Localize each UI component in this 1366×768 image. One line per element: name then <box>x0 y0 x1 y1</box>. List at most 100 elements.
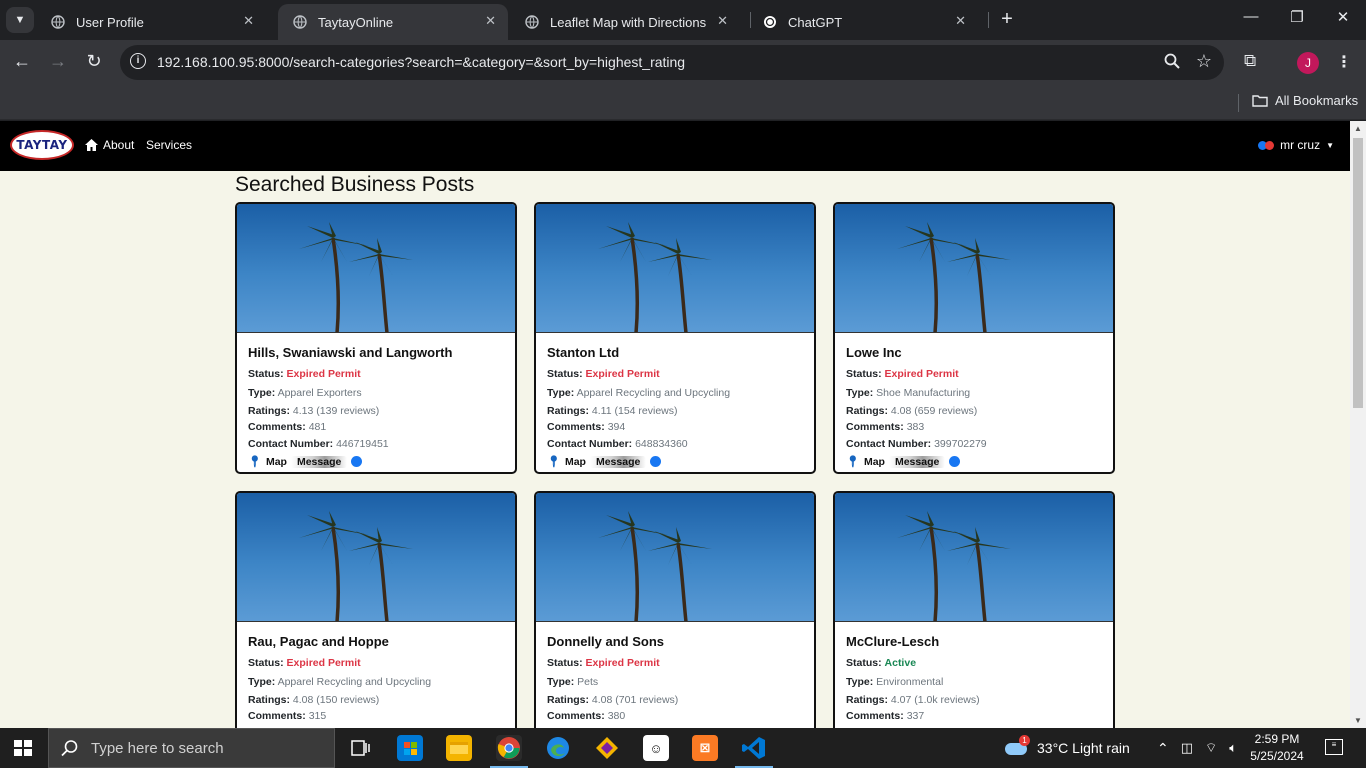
close-tab-icon[interactable]: ✕ <box>955 13 966 29</box>
business-photo <box>835 204 1113 333</box>
new-tab-button[interactable]: + <box>996 8 1018 31</box>
comments-count: 481 <box>308 421 327 433</box>
message-button[interactable]: Message <box>888 455 946 468</box>
message-button[interactable]: Message <box>589 455 647 468</box>
business-post-card[interactable]: Hills, Swaniawski and Langworth Status: E… <box>235 202 517 474</box>
tab-chatgpt[interactable]: ChatGPT ✕ <box>748 4 978 40</box>
card-actions: 📍︎ Map Message <box>547 455 803 468</box>
volume-icon[interactable]: 🔈︎ <box>1229 740 1237 756</box>
business-name[interactable]: Rau, Pagac and Hoppe <box>248 634 504 654</box>
ratings-value: 4.11 (154 reviews) <box>591 405 678 417</box>
arrow-right-icon: → <box>49 51 67 71</box>
taskbar-search-box[interactable]: Type here to search <box>48 728 335 768</box>
business-post-card[interactable]: Rau, Pagac and Hoppe Status: Expired Perm… <box>235 491 517 728</box>
chevron-up-icon[interactable]: ⌃ <box>1157 740 1169 757</box>
minimize-button[interactable]: — <box>1236 8 1266 25</box>
taskbar-search-placeholder: Type here to search <box>91 739 224 757</box>
extensions-icon[interactable]: ⧉ <box>1244 51 1256 71</box>
browser-toolbar: ← → ↻ i 192.168.100.95:8000/search-categ… <box>0 40 1366 86</box>
restore-button[interactable]: ❐ <box>1282 8 1312 26</box>
notification-center-icon[interactable]: ≡ <box>1325 739 1343 755</box>
system-tray: ⌃ ◫ ⌔ 🔈︎ <box>1157 728 1237 768</box>
user-menu-dropdown[interactable]: mr cruz ▼ <box>1258 138 1334 152</box>
microsoft-store-icon[interactable] <box>397 735 423 761</box>
xampp-icon[interactable]: ⊠ <box>692 735 718 761</box>
taskbar-clock[interactable]: 2:59 PM 5/25/2024 <box>1249 731 1305 765</box>
scrollbar-thumb[interactable] <box>1353 138 1363 408</box>
site-logo[interactable]: TAYTAY <box>10 130 74 160</box>
business-photo <box>237 204 515 333</box>
all-bookmarks-label: All Bookmarks <box>1275 93 1359 108</box>
git-client-icon[interactable] <box>594 735 620 761</box>
restore-icon: ❐ <box>1290 9 1304 26</box>
clock-date: 5/25/2024 <box>1250 749 1304 763</box>
contact-number: 399702279 <box>934 438 987 450</box>
reload-button[interactable]: ↻ <box>82 51 106 72</box>
url-text[interactable]: 192.168.100.95:8000/search-categories?se… <box>157 54 685 70</box>
comments-count: 380 <box>607 710 626 722</box>
forward-button[interactable]: → <box>46 51 70 72</box>
nav-services-link[interactable]: Services <box>146 138 192 152</box>
bookmark-star-icon[interactable]: ☆ <box>1196 51 1212 72</box>
nav-about-link[interactable]: About <box>85 138 134 152</box>
weather-widget[interactable]: 1 33°C Light rain <box>1005 728 1130 768</box>
comments-row: Comments: 337 <box>846 710 925 722</box>
wifi-icon[interactable]: ⌔ <box>1205 740 1217 756</box>
close-tab-icon[interactable]: ✕ <box>717 13 728 29</box>
business-name[interactable]: Lowe Inc <box>846 345 1102 365</box>
business-post-card[interactable]: Donnelly and Sons Status: Expired Permit T… <box>534 491 816 728</box>
messenger-icon <box>949 456 961 467</box>
globe-icon <box>524 14 540 30</box>
page-scrollbar[interactable]: ▲ ▼ <box>1350 121 1366 728</box>
site-info-icon[interactable]: i <box>130 53 146 69</box>
close-tab-icon[interactable]: ✕ <box>243 13 254 29</box>
comments-row: Comments: 315 <box>248 710 327 722</box>
business-post-card[interactable]: Lowe Inc Status: Expired Permit Type: Shoe… <box>833 202 1115 474</box>
ratings-value: 4.08 (659 reviews) <box>890 405 978 417</box>
cloud-rain-icon: 1 <box>1005 735 1030 757</box>
map-link[interactable]: Map <box>864 456 885 468</box>
chrome-icon[interactable] <box>490 735 528 768</box>
scroll-down-icon[interactable]: ▼ <box>1354 716 1362 725</box>
close-tab-icon[interactable]: ✕ <box>485 13 496 29</box>
business-name[interactable]: McClure-Lesch <box>846 634 1102 654</box>
ratings-row: Ratings: 4.11 (154 reviews) <box>547 405 678 417</box>
all-bookmarks-button[interactable]: All Bookmarks <box>1252 93 1358 108</box>
business-post-card[interactable]: Stanton Ltd Status: Expired Permit Type: A… <box>534 202 816 474</box>
tab-taytayonline[interactable]: TaytayOnline ✕ <box>278 4 508 40</box>
address-bar[interactable]: i 192.168.100.95:8000/search-categories?… <box>120 45 1224 80</box>
contact-app-icon[interactable]: ☺ <box>643 735 669 761</box>
caret-down-icon: ▼ <box>1326 140 1334 150</box>
tab-search-button[interactable]: ▼ <box>6 7 34 33</box>
scroll-up-icon[interactable]: ▲ <box>1354 124 1362 133</box>
map-link[interactable]: Map <box>266 456 287 468</box>
map-pin-icon: 📍︎ <box>547 456 561 468</box>
profile-avatar[interactable]: J <box>1297 52 1319 74</box>
tab-separator <box>988 12 989 28</box>
message-button[interactable]: Message <box>290 455 348 468</box>
tab-user-profile[interactable]: User Profile ✕ <box>36 4 266 40</box>
tab-title: User Profile <box>76 14 144 30</box>
map-link[interactable]: Map <box>565 456 586 468</box>
vscode-icon[interactable] <box>735 735 773 768</box>
comments-row: Comments: 481 <box>248 421 327 433</box>
task-view-icon[interactable] <box>348 735 374 761</box>
business-name[interactable]: Stanton Ltd <box>547 345 803 365</box>
status-badge: Expired Permit <box>585 368 660 380</box>
business-name[interactable]: Hills, Swaniawski and Langworth <box>248 345 504 365</box>
bookmarks-separator <box>1238 94 1239 112</box>
back-button[interactable]: ← <box>10 51 34 72</box>
zoom-icon[interactable] <box>1164 53 1180 73</box>
start-button[interactable] <box>14 740 32 756</box>
edge-icon[interactable] <box>545 735 571 761</box>
business-post-card[interactable]: McClure-Lesch Status: Active Type: Environ… <box>833 491 1115 728</box>
map-pin-icon: 📍︎ <box>248 456 262 468</box>
business-name[interactable]: Donnelly and Sons <box>547 634 803 654</box>
ratings-value: 4.13 (139 reviews) <box>292 405 380 417</box>
ratings-value: 4.08 (701 reviews) <box>591 694 679 706</box>
network-icon[interactable]: ◫ <box>1181 740 1193 756</box>
file-explorer-icon[interactable] <box>446 735 472 761</box>
tab-leaflet-map[interactable]: Leaflet Map with Directions ✕ <box>510 4 740 40</box>
close-window-button[interactable]: ✕ <box>1328 8 1358 26</box>
browser-menu-icon[interactable]: ⋮ <box>1336 52 1352 72</box>
